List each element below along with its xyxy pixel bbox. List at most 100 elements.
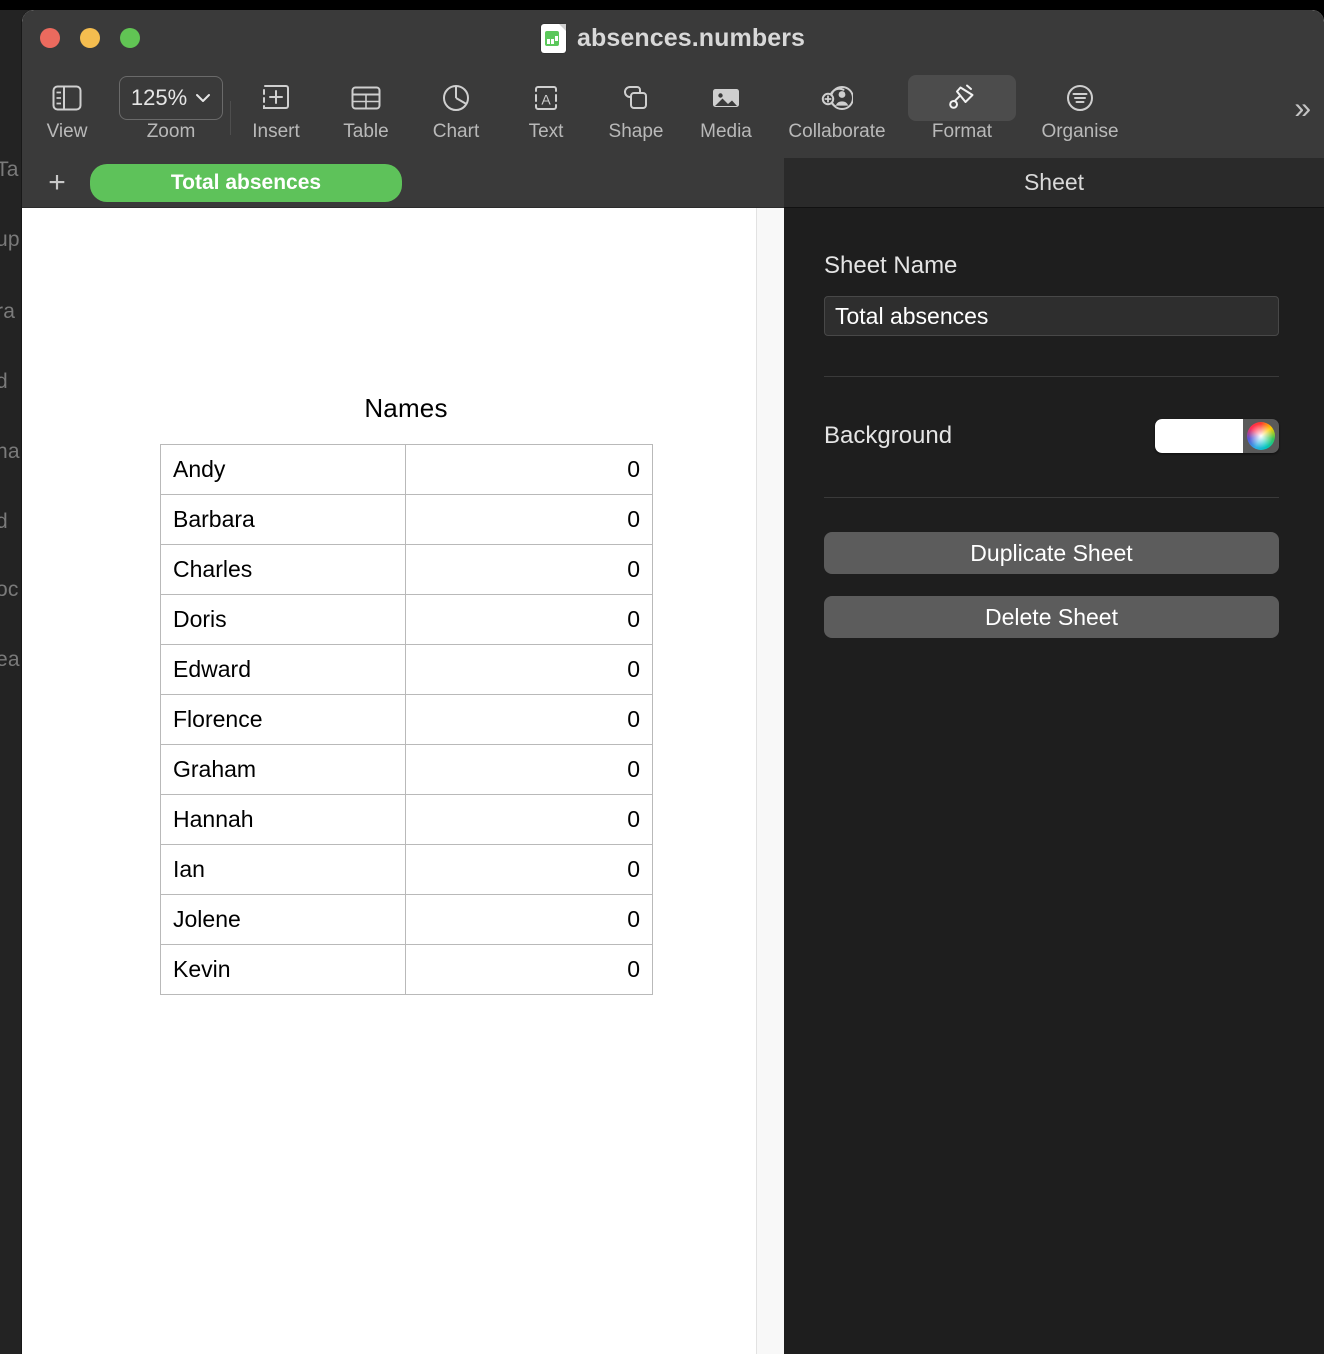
toolbar-insert-label: Insert [252,121,300,142]
table-row[interactable]: Graham 0 [160,744,653,795]
svg-text:A: A [541,92,551,108]
table-cell-value[interactable]: 0 [405,694,653,745]
bg-text-fragment: up [0,228,20,251]
toolbar-zoom-label: Zoom [146,121,196,142]
table-row[interactable]: Jolene 0 [160,894,653,945]
table-row[interactable]: Hannah 0 [160,794,653,845]
zoom-percent-dropdown[interactable]: 125% [119,76,223,120]
inspector-header-sheet: Sheet [784,158,1324,208]
table-row[interactable]: Charles 0 [160,544,653,595]
table-cell-value[interactable]: 0 [405,794,653,845]
table-cell-value[interactable]: 0 [405,544,653,595]
toolbar-organise-label: Organise [1041,121,1119,142]
canvas-scroll-gutter[interactable] [756,208,784,1354]
toolbar-text-button[interactable]: A Text [501,70,591,143]
shapes-icon [622,75,650,121]
table-cell-name[interactable]: Barbara [160,494,406,545]
numbers-table[interactable]: Names Andy 0 Barbara 0 Charles 0 Doris 0 Edward 0… [160,393,653,995]
toolbar-text-label: Text [528,121,564,142]
sheet-canvas[interactable]: Names Andy 0 Barbara 0 Charles 0 Doris 0 Edward 0… [22,208,784,1354]
table-cell-value[interactable]: 0 [405,594,653,645]
toolbar-chart-label: Chart [432,121,480,142]
document-title[interactable]: absences.numbers [577,24,805,53]
add-sheet-button[interactable]: + [40,167,74,198]
window-body: + Total absences Names Andy 0 Barbara 0 Char… [22,158,1324,1354]
chevron-down-icon [195,93,211,103]
sheet-name-input[interactable] [824,296,1279,336]
inspector-divider [824,376,1279,377]
color-wheel-icon[interactable] [1243,419,1279,453]
toolbar-view-button[interactable]: View [22,70,112,143]
table-row[interactable]: Barbara 0 [160,494,653,545]
window-titlebar[interactable]: absences.numbers [22,10,1324,66]
toolbar-media-button[interactable]: Media [681,70,771,143]
table-grid-icon [351,75,381,121]
toolbar-format-button[interactable]: Format [903,70,1021,143]
toolbar-zoom-control[interactable]: 125% Zoom [112,70,230,143]
background-color-swatch[interactable] [1155,419,1243,453]
toolbar-collaborate-label: Collaborate [788,121,886,142]
table-row[interactable]: Kevin 0 [160,944,653,995]
duplicate-sheet-button[interactable]: Duplicate Sheet [824,532,1279,574]
table-title[interactable]: Names [160,393,652,424]
table-cell-value[interactable]: 0 [405,494,653,545]
window-title-group: absences.numbers [22,24,1324,53]
table-cell-name[interactable]: Hannah [160,794,406,845]
main-toolbar: View 125% Zoom Insert Table Chart A Text… [22,66,1324,158]
table-cell-name[interactable]: Jolene [160,894,406,945]
background-label: Background [824,422,953,449]
table-row[interactable]: Doris 0 [160,594,653,645]
bg-text-fragment: ra [0,300,16,323]
sheet-tab-total-absences[interactable]: Total absences [90,163,402,202]
table-cell-value[interactable]: 0 [405,644,653,695]
delete-sheet-button[interactable]: Delete Sheet [824,596,1279,638]
add-person-icon [821,75,853,121]
background-color-well[interactable] [1155,419,1279,453]
bg-text-fragment: na [0,440,20,463]
table-cell-value[interactable]: 0 [405,944,653,995]
table-row[interactable]: Andy 0 [160,444,653,495]
table-cell-name[interactable]: Andy [160,444,406,495]
organise-lines-icon [1066,75,1094,121]
bg-text-fragment: d [0,510,8,533]
paintbrush-icon [908,75,1016,121]
toolbar-organise-button[interactable]: Organise [1021,70,1139,143]
inspector-content: Sheet Name Background Duplicate Sheet De… [784,208,1324,638]
table-row[interactable]: Edward 0 [160,644,653,695]
table-cell-name[interactable]: Ian [160,844,406,895]
photo-icon [711,75,741,121]
bg-text-fragment: d [0,370,8,393]
table-cell-value[interactable]: 0 [405,844,653,895]
pie-chart-icon [442,75,470,121]
table-cell-name[interactable]: Graham [160,744,406,795]
background-row: Background [824,419,1279,453]
table-row[interactable]: Ian 0 [160,844,653,895]
table-cell-value[interactable]: 0 [405,744,653,795]
toolbar-media-label: Media [700,121,752,142]
table-cell-value[interactable]: 0 [405,444,653,495]
table-cell-name[interactable]: Kevin [160,944,406,995]
zoom-percent-value: 125% [130,85,188,110]
toolbar-collaborate-button[interactable]: Collaborate [771,70,903,143]
toolbar-table-button[interactable]: Table [321,70,411,143]
insert-plus-icon [262,75,290,121]
toolbar-insert-button[interactable]: Insert [231,70,321,143]
table-cell-name[interactable]: Florence [160,694,406,745]
table-cell-name[interactable]: Edward [160,644,406,695]
table-cell-name[interactable]: Charles [160,544,406,595]
toolbar-overflow-icon[interactable]: » [1294,92,1311,126]
text-box-icon: A [531,75,561,121]
bg-text-fragment: oc [0,578,19,601]
table-row[interactable]: Florence 0 [160,694,653,745]
toolbar-shape-button[interactable]: Shape [591,70,681,143]
toolbar-chart-button[interactable]: Chart [411,70,501,143]
numbers-window: absences.numbers View 125% Zoom Insert T… [22,10,1324,1354]
inspector-divider-2 [824,497,1279,498]
table-cell-value[interactable]: 0 [405,894,653,945]
toolbar-table-label: Table [343,121,389,142]
table-cell-name[interactable]: Doris [160,594,406,645]
format-inspector-panel: Sheet Sheet Name Background Duplicate Sh… [784,158,1324,1354]
bg-text-fragment: Ta [0,158,19,181]
table-grid[interactable]: Andy 0 Barbara 0 Charles 0 Doris 0 Edward 0 Floren… [160,444,653,995]
toolbar-view-label: View [46,121,88,142]
